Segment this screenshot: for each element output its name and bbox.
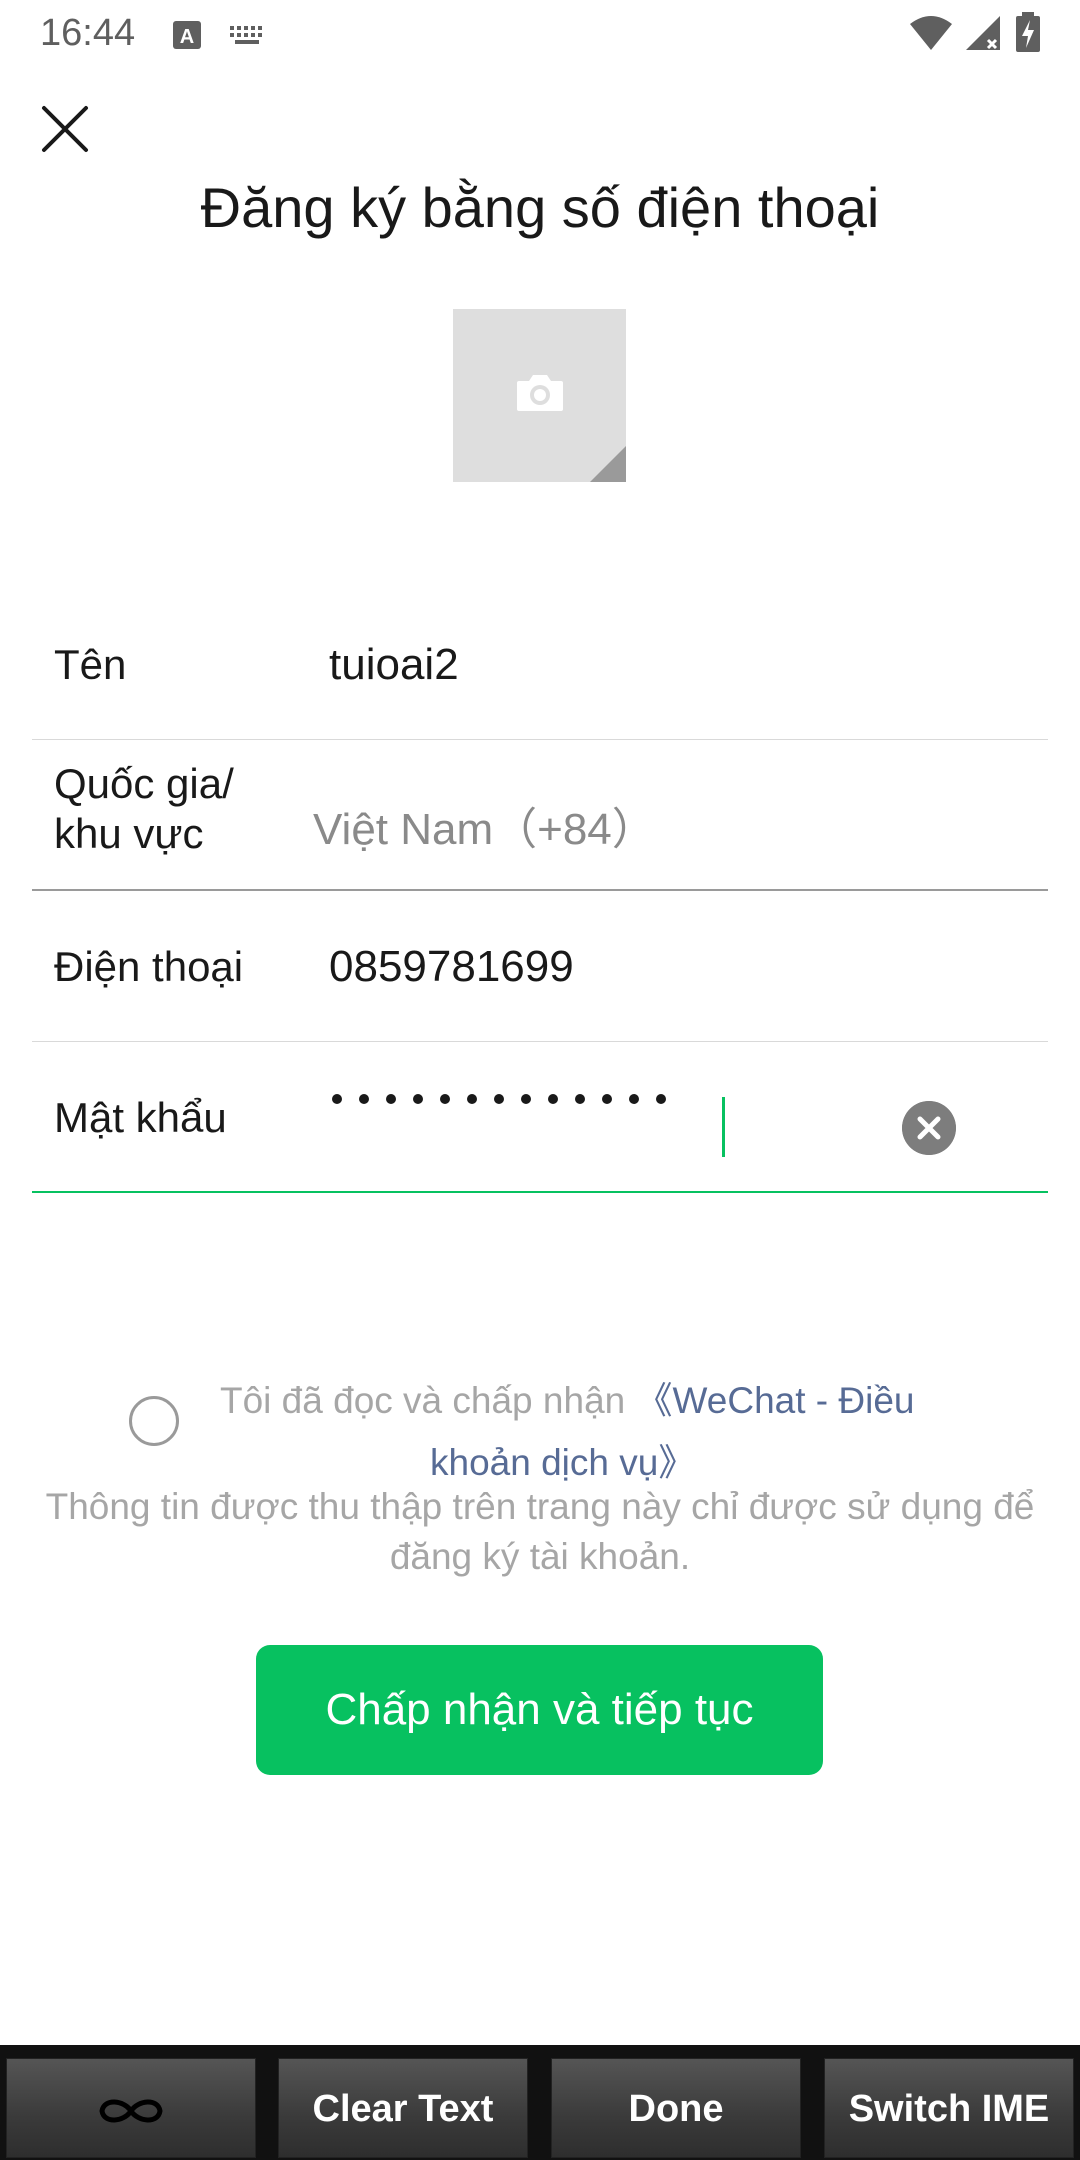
password-dot — [629, 1094, 639, 1104]
password-row[interactable]: Mật khẩu — [32, 1043, 1048, 1193]
region-select[interactable]: Việt Nam（+84） — [313, 793, 656, 857]
password-label: Mật khẩu — [54, 1094, 227, 1141]
password-dot — [575, 1094, 585, 1104]
password-dot — [602, 1094, 612, 1104]
password-dot — [494, 1094, 504, 1104]
divider — [32, 739, 1048, 740]
page-title: Đăng ký bằng số điện thoại — [200, 176, 880, 239]
terms-link[interactable]: 《WeChat - Điều — [636, 1380, 915, 1421]
password-dot — [521, 1094, 531, 1104]
divider — [32, 1041, 1048, 1042]
ime-switch-key[interactable]: Switch IME — [824, 2058, 1074, 2158]
text-cursor — [722, 1097, 725, 1157]
divider — [32, 889, 1048, 891]
infinity-icon — [99, 2099, 163, 2123]
phone-label: Điện thoại — [54, 943, 244, 990]
signal-icon — [966, 16, 1000, 50]
region-label-line2: khu vực — [54, 810, 204, 857]
phone-row[interactable]: Điện thoại 0859781699 — [32, 892, 1048, 1042]
svg-text:A: A — [180, 26, 194, 48]
password-dot — [359, 1094, 369, 1104]
avatar-upload[interactable] — [453, 309, 626, 482]
name-input[interactable]: tuioai2 — [329, 640, 459, 690]
password-dot — [332, 1094, 342, 1104]
ime-done-key[interactable]: Done — [551, 2058, 801, 2158]
password-dot — [548, 1094, 558, 1104]
name-label: Tên — [54, 641, 127, 688]
close-icon[interactable] — [40, 104, 90, 154]
password-dot — [440, 1094, 450, 1104]
ime-clear-text-key[interactable]: Clear Text — [278, 2058, 528, 2158]
agreement-label: Tôi đã đọc và chấp nhận — [220, 1380, 626, 1421]
region-label-line1: Quốc gia/ — [54, 760, 234, 807]
avatar-corner — [590, 446, 626, 482]
status-time: 16:44 — [40, 12, 136, 54]
password-dot — [467, 1094, 477, 1104]
title-container: Đăng ký bằng số điện thoại — [0, 150, 1080, 242]
name-row[interactable]: Tên tuioai2 — [32, 590, 1048, 740]
agree-checkbox[interactable] — [129, 1396, 179, 1446]
clear-input-icon[interactable] — [902, 1101, 956, 1155]
info-text: Thông tin được thu thập trên trang này c… — [45, 1486, 1035, 1577]
region-label: Quốc gia/ khu vực — [54, 759, 234, 859]
keyboard-icon — [230, 26, 262, 44]
password-dot — [386, 1094, 396, 1104]
camera-icon — [517, 375, 563, 411]
agreement-text: Tôi đã đọc và chấp nhận 《WeChat - Điều — [220, 1370, 914, 1424]
password-input[interactable] — [332, 1094, 683, 1104]
phone-input[interactable]: 0859781699 — [329, 942, 574, 992]
ime-infinity-key[interactable] — [6, 2058, 256, 2158]
divider-active — [32, 1191, 1048, 1193]
ime-toolbar: Clear Text Done Switch IME — [0, 2045, 1080, 2160]
wifi-icon — [910, 16, 952, 50]
battery-charging-icon — [1016, 12, 1040, 52]
status-bar: 16:44 A — [0, 0, 1080, 66]
text-a-icon: A — [173, 21, 201, 49]
accept-continue-button[interactable]: Chấp nhận và tiếp tục — [256, 1645, 823, 1775]
password-dot — [413, 1094, 423, 1104]
terms-link-continued[interactable]: khoản dịch vụ》 — [430, 1432, 695, 1486]
region-row[interactable]: Quốc gia/ khu vực Việt Nam（+84） — [32, 741, 1048, 891]
password-dot — [656, 1094, 666, 1104]
